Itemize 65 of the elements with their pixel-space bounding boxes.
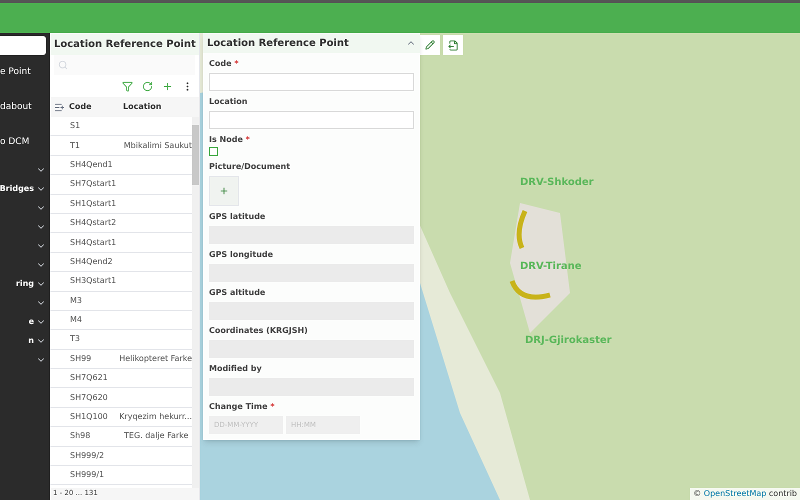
search-field[interactable] bbox=[0, 36, 46, 55]
sidebar-item[interactable]: Bridges bbox=[0, 182, 34, 194]
table-cell-text: SH1Qstart1 bbox=[70, 198, 118, 210]
field-label: Location bbox=[209, 96, 248, 108]
field-label: Coordinates (KRGJSH) bbox=[209, 325, 309, 337]
column-header[interactable]: Location bbox=[123, 101, 162, 113]
table-cell-text: SH99 bbox=[70, 352, 92, 365]
table-cell-text: SH999/1 bbox=[70, 469, 106, 482]
table-cell-text: M3 bbox=[70, 294, 83, 307]
table-cell: Mbikalimi Saukut bbox=[124, 140, 192, 152]
sidebar-item[interactable]: o DCM bbox=[0, 136, 30, 150]
field-label: GPS altitude bbox=[209, 287, 266, 299]
field-label: Change Time * bbox=[209, 401, 276, 413]
sidebar-item[interactable]: dabout bbox=[0, 101, 32, 115]
export-button[interactable] bbox=[443, 35, 463, 55]
search-icon bbox=[58, 60, 68, 70]
field-label: GPS latitude bbox=[209, 211, 266, 223]
table-cell-text: SH4Qend2 bbox=[70, 256, 114, 268]
input-field[interactable] bbox=[209, 111, 414, 129]
add-icon bbox=[219, 186, 229, 196]
table-cell: TEG. dalje Farke bbox=[124, 430, 188, 442]
panel-title: Location Reference Point bbox=[50, 33, 199, 55]
file-export-icon bbox=[448, 40, 458, 50]
table-cell-text: SH999/2 bbox=[70, 450, 106, 462]
region-label: DRJ-Gjirokaster bbox=[525, 334, 612, 348]
field-label: Modified by bbox=[209, 363, 263, 375]
field-label: Code * bbox=[209, 58, 240, 70]
table-cell-text: T1 bbox=[70, 140, 81, 152]
table-cell: Helikopteret Farke bbox=[119, 352, 192, 365]
table-cell-text: SH7Q621 bbox=[70, 372, 109, 384]
panel-title: Location Reference Point bbox=[207, 36, 349, 50]
checkbox[interactable] bbox=[209, 147, 218, 156]
table-cell-text: SH1Q100 bbox=[70, 411, 109, 424]
table-cell-text: M4 bbox=[70, 314, 83, 326]
table-cell-text: SH4Qend1 bbox=[70, 158, 114, 171]
search-field[interactable] bbox=[54, 55, 195, 75]
attribution-link[interactable]: OpenStreetMap bbox=[704, 489, 766, 498]
table-cell-text: Sh98 bbox=[70, 430, 92, 442]
column-menu-icon[interactable] bbox=[54, 102, 65, 112]
add-icon[interactable] bbox=[162, 80, 173, 92]
region-label: DRV-Shkoder bbox=[520, 176, 594, 190]
table-cell-text: SH7Qstart1 bbox=[70, 178, 118, 190]
table-cell-text: SH4Qstart2 bbox=[70, 217, 118, 230]
refresh-icon[interactable] bbox=[142, 80, 153, 92]
field-label: GPS longitude bbox=[209, 249, 274, 261]
table-cell-text: T3 bbox=[70, 333, 81, 346]
input-field[interactable] bbox=[209, 73, 414, 91]
column-header[interactable]: Code bbox=[69, 101, 123, 113]
filter-icon[interactable] bbox=[122, 80, 133, 92]
table-cell-text: S1 bbox=[70, 120, 82, 132]
table-cell-text: SH3Qstart1 bbox=[70, 275, 118, 288]
region-label: DRV-Tirane bbox=[520, 260, 582, 274]
table-cell-text: SH4Qstart1 bbox=[70, 236, 118, 249]
sidebar-item[interactable]: n bbox=[28, 334, 34, 346]
sidebar-item[interactable]: ring bbox=[16, 278, 34, 290]
sidebar-item[interactable]: e bbox=[28, 316, 34, 328]
map-attribution: © OpenStreetMap contrib bbox=[690, 488, 800, 500]
scrollbar[interactable] bbox=[192, 117, 199, 488]
table-cell: Kryqezim hekurr... bbox=[119, 411, 192, 424]
field-label: Picture/Document bbox=[209, 161, 292, 173]
table-cell-text: SH7Q620 bbox=[70, 392, 109, 404]
field-label: Is Node * bbox=[209, 134, 251, 146]
draw-tool-button[interactable] bbox=[420, 35, 440, 55]
pencil-icon bbox=[425, 40, 435, 50]
sidebar-item[interactable]: e Point bbox=[0, 66, 31, 80]
